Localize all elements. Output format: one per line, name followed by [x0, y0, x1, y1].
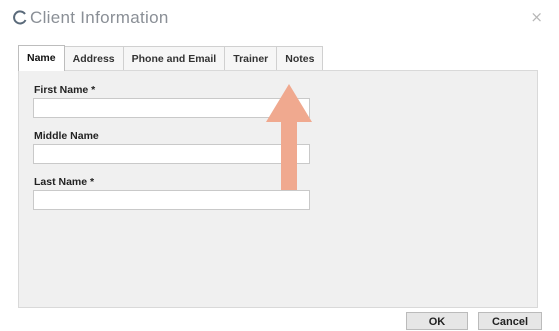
- refresh-icon: [13, 10, 27, 25]
- cancel-button[interactable]: Cancel: [478, 312, 542, 330]
- tab-address[interactable]: Address: [63, 46, 124, 70]
- tab-phone-and-email[interactable]: Phone and Email: [122, 46, 226, 70]
- last-name-label: Last Name *: [34, 176, 95, 188]
- tab-name[interactable]: Name: [18, 45, 65, 71]
- close-icon[interactable]: ×: [530, 9, 543, 25]
- last-name-field[interactable]: [33, 190, 310, 210]
- arrow-up-icon: [266, 84, 312, 190]
- dialog-title: Client Information: [30, 8, 169, 27]
- first-name-label: First Name *: [34, 84, 96, 96]
- client-information-dialog: Client Information × Name Address Phone …: [0, 0, 559, 330]
- ok-button[interactable]: OK: [406, 312, 468, 330]
- middle-name-label: Middle Name: [34, 130, 99, 142]
- tab-trainer[interactable]: Trainer: [224, 46, 278, 70]
- tab-notes[interactable]: Notes: [276, 46, 324, 70]
- tab-strip: Name Address Phone and Email Trainer Not…: [18, 45, 324, 71]
- title-bar: Client Information ×: [0, 0, 559, 36]
